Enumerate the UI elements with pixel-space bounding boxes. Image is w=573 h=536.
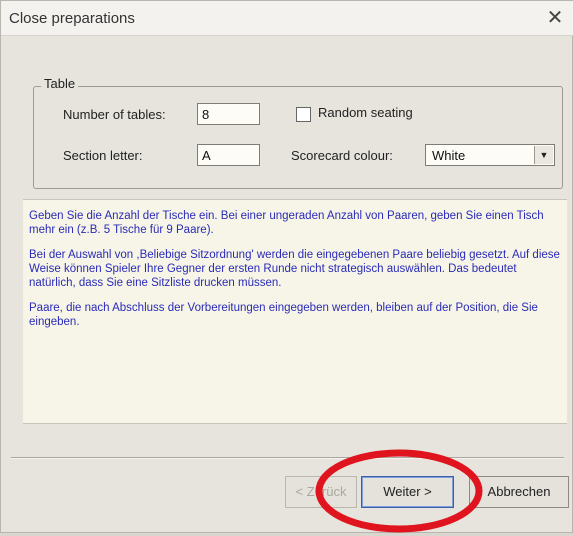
random-seating-label[interactable]: Random seating <box>318 105 413 120</box>
divider <box>11 457 564 459</box>
next-button[interactable]: Weiter > <box>361 476 454 508</box>
cancel-button[interactable]: Abbrechen <box>469 476 569 508</box>
info-paragraph-3: Paare, die nach Abschluss der Vorbereitu… <box>29 302 538 328</box>
random-seating-checkbox[interactable] <box>296 107 311 122</box>
info-paragraph-1: Geben Sie die Anzahl der Tische ein. Bei… <box>29 210 544 236</box>
scorecard-colour-select[interactable]: White ▼ <box>425 144 555 166</box>
scorecard-colour-label: Scorecard colour: <box>291 148 393 163</box>
title-bar: Close preparations ✕ <box>1 1 573 36</box>
info-paragraph-2: Bei der Auswahl von ,Beliebige Sitzordnu… <box>29 249 560 289</box>
close-icon[interactable]: ✕ <box>542 5 568 31</box>
window-title: Close preparations <box>9 10 135 27</box>
section-letter-input[interactable] <box>197 144 260 166</box>
table-group-legend: Table <box>41 76 79 91</box>
back-button[interactable]: < Zurück <box>285 476 357 508</box>
scorecard-colour-value: White <box>432 148 466 163</box>
section-letter-label: Section letter: <box>63 148 143 163</box>
number-of-tables-input[interactable] <box>197 103 260 125</box>
table-group-box <box>33 86 563 189</box>
close-preparations-dialog: Close preparations ✕ Table Number of tab… <box>0 0 573 533</box>
info-panel: Geben Sie die Anzahl der Tische ein. Bei… <box>23 199 567 424</box>
number-of-tables-label: Number of tables: <box>63 107 166 122</box>
chevron-down-icon[interactable]: ▼ <box>534 146 553 164</box>
